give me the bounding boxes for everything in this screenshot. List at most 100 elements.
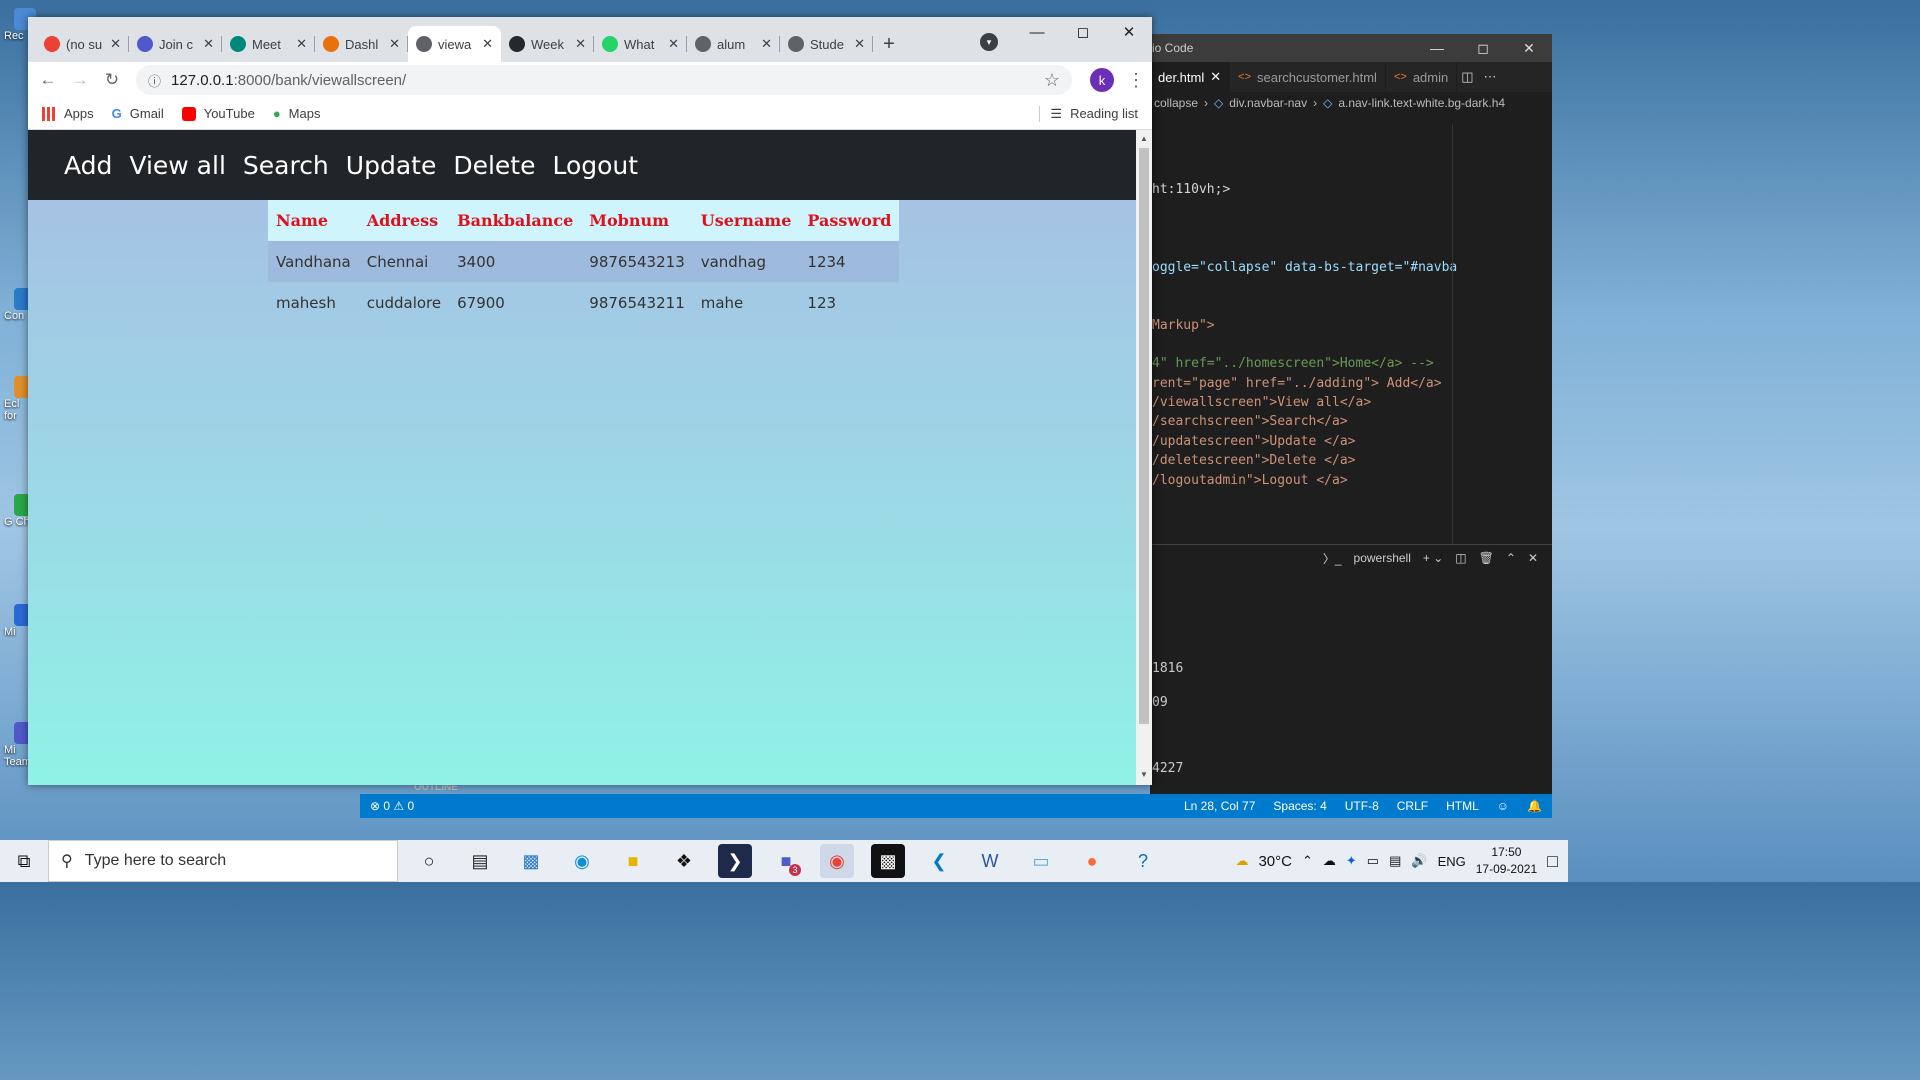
browser-tab-active[interactable]: viewa ✕ [408, 26, 501, 62]
forward-icon[interactable]: → [66, 66, 94, 94]
nav-update[interactable]: Update [346, 151, 437, 180]
nav-logout[interactable]: Logout [552, 151, 638, 180]
end-of-line[interactable]: CRLF [1397, 799, 1428, 813]
indentation[interactable]: Spaces: 4 [1273, 799, 1326, 813]
bookmark-apps[interactable]: Apps [42, 106, 94, 121]
terminal-panel[interactable]: 〉_ powershell + ⌄ ◫ 🗑 ⌃ ✕ 1816 09 4227 [1150, 544, 1552, 794]
close-panel-icon[interactable]: ✕ [1528, 551, 1538, 565]
problems-indicator[interactable]: ⊗ 0 ⚠ 0 [370, 799, 414, 813]
chevron-up-icon[interactable]: ⌃ [1302, 853, 1313, 869]
powershell-icon[interactable]: ❯ [718, 844, 752, 878]
bookmark-youtube[interactable]: YouTube [181, 106, 255, 121]
close-tab-icon[interactable]: ✕ [296, 36, 307, 52]
clock[interactable]: 17:50 17-09-2021 [1476, 844, 1537, 878]
cursor-position[interactable]: Ln 28, Col 77 [1184, 799, 1255, 813]
close-tab-icon[interactable]: ✕ [1210, 69, 1221, 85]
vscode-tab[interactable]: <> admin [1386, 62, 1458, 92]
battery-icon[interactable]: ▭ [1367, 853, 1379, 869]
language-indicator[interactable]: ENG [1438, 854, 1466, 869]
browser-tab[interactable]: Meet ✕ [222, 26, 315, 62]
address-bar[interactable]: ⓘ 127.0.0.1:8000/bank/viewallscreen/ ☆ [136, 65, 1072, 95]
notepad-icon[interactable]: ▭ [1024, 844, 1058, 878]
nav-delete[interactable]: Delete [453, 151, 535, 180]
reload-icon[interactable]: ↻ [98, 66, 126, 94]
menu-kebab-icon[interactable]: ⋮ [1126, 70, 1146, 91]
minimize-icon[interactable]: — [1414, 40, 1460, 57]
bookmark-maps[interactable]: ● Maps [273, 106, 321, 121]
browser-tab[interactable]: Stude ✕ [780, 26, 873, 62]
scrollbar-thumb[interactable] [1139, 148, 1149, 724]
browser-tab[interactable]: What ✕ [594, 26, 687, 62]
scroll-down-icon[interactable]: ▼ [1140, 770, 1148, 779]
network-icon[interactable]: ▤ [1389, 853, 1401, 869]
edge-icon[interactable]: ◉ [565, 844, 599, 878]
browser-tab[interactable]: alum ✕ [687, 26, 780, 62]
back-icon[interactable]: ← [34, 66, 62, 94]
browser-tab[interactable]: (no su ✕ [36, 26, 129, 62]
browser-tab[interactable]: Week ✕ [501, 26, 594, 62]
vscode-tab[interactable]: <> searchcustomer.html [1230, 62, 1386, 92]
page-scrollbar[interactable]: ▲ ▼ [1136, 130, 1152, 785]
task-view-icon[interactable]: ▤ [463, 844, 497, 878]
close-icon[interactable]: ✕ [1106, 17, 1152, 47]
volume-icon[interactable]: 🔊 [1411, 853, 1427, 869]
feedback-icon[interactable]: ☺ [1497, 799, 1509, 813]
encoding[interactable]: UTF-8 [1345, 799, 1379, 813]
help-icon[interactable]: ? [1126, 844, 1160, 878]
bookmark-star-icon[interactable]: ☆ [1044, 70, 1060, 91]
split-editor-icon[interactable]: ◫ [1461, 69, 1473, 85]
cmd-icon[interactable]: ▩ [871, 844, 905, 878]
minimize-icon[interactable]: — [1014, 17, 1060, 47]
vscode-icon[interactable]: ❮ [922, 844, 956, 878]
close-tab-icon[interactable]: ✕ [110, 36, 121, 52]
close-tab-icon[interactable]: ✕ [575, 36, 586, 52]
more-actions-icon[interactable]: ⋯ [1484, 69, 1497, 85]
scroll-up-icon[interactable]: ▲ [1140, 134, 1148, 143]
maximize-icon[interactable]: ◻ [1460, 40, 1506, 57]
close-icon[interactable]: ✕ [1506, 40, 1552, 57]
vscode-tab-active[interactable]: der.html ✕ [1150, 62, 1231, 92]
code-editor[interactable]: ht:110vh;> oggle="collapse" data-bs-targ… [1150, 124, 1457, 544]
split-terminal-icon[interactable]: ◫ [1455, 551, 1466, 565]
pc-icon[interactable]: ▩ [514, 844, 548, 878]
browser-tab[interactable]: Join c ✕ [129, 26, 222, 62]
profile-avatar[interactable]: k [1090, 68, 1114, 92]
language-mode[interactable]: HTML [1446, 799, 1479, 813]
bookmark-gmail[interactable]: G Gmail [112, 106, 164, 121]
maximize-icon[interactable]: ◻ [1060, 17, 1106, 47]
add-terminal-icon[interactable]: + ⌄ [1423, 551, 1443, 565]
tab-search-icon[interactable]: ▾ [980, 33, 998, 51]
site-info-icon[interactable]: ⓘ [148, 71, 161, 90]
close-tab-icon[interactable]: ✕ [854, 36, 865, 52]
windows-start-icon[interactable]: ⧉ [0, 851, 48, 872]
chrome-icon[interactable]: ◉ [820, 844, 854, 878]
close-tab-icon[interactable]: ✕ [482, 36, 493, 52]
browser-tab[interactable]: Dashl ✕ [315, 26, 408, 62]
close-tab-icon[interactable]: ✕ [761, 36, 772, 52]
file-explorer-icon[interactable]: ■ [616, 844, 650, 878]
weather-temp[interactable]: 30°C [1258, 853, 1292, 870]
dropbox-icon[interactable]: ❖ [667, 844, 701, 878]
chevron-up-icon[interactable]: ⌃ [1506, 551, 1516, 565]
notifications-icon[interactable]: □ [1547, 851, 1558, 872]
weather-icon[interactable]: ☁ [1235, 853, 1248, 869]
bell-icon[interactable]: 🔔 [1527, 799, 1542, 813]
taskbar-search[interactable]: ⚲ Type here to search [48, 840, 398, 882]
trash-icon[interactable]: 🗑 [1479, 551, 1494, 565]
postman-icon[interactable]: ● [1075, 844, 1109, 878]
word-icon[interactable]: W [973, 844, 1007, 878]
new-tab-button[interactable]: + [873, 26, 905, 62]
nav-view-all[interactable]: View all [129, 151, 225, 180]
teams-icon[interactable]: ■ 3 [769, 844, 803, 878]
nav-add[interactable]: Add [64, 151, 112, 180]
cortana-icon[interactable]: ○ [412, 844, 446, 878]
bluetooth-icon[interactable]: ✦ [1346, 853, 1357, 869]
terminal-name[interactable]: powershell [1354, 551, 1411, 565]
nav-search[interactable]: Search [243, 151, 329, 180]
reading-list[interactable]: ☰ Reading list [1039, 105, 1138, 122]
close-tab-icon[interactable]: ✕ [389, 36, 400, 52]
minimap[interactable] [1452, 124, 1552, 544]
onedrive-icon[interactable]: ☁ [1323, 853, 1336, 869]
close-tab-icon[interactable]: ✕ [203, 36, 214, 52]
close-tab-icon[interactable]: ✕ [668, 36, 679, 52]
